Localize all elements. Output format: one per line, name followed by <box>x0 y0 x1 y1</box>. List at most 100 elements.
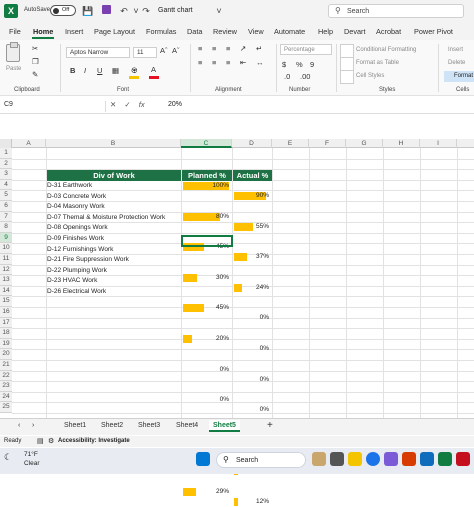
sheet-tab-5[interactable]: Sheet5 <box>209 420 240 432</box>
align-center-icon[interactable]: ≡ <box>212 58 216 67</box>
align-top-icon[interactable]: ≡ <box>198 44 202 53</box>
tab-acrobat[interactable]: Acrobat <box>376 27 401 36</box>
pdf-app-icon[interactable] <box>456 452 470 466</box>
task-view-icon[interactable] <box>330 452 344 466</box>
header-actual[interactable]: Actual % <box>233 170 272 181</box>
tab-formulas[interactable]: Formulas <box>146 27 176 36</box>
delete-cells-button[interactable]: Delete <box>448 60 465 66</box>
row-header-4[interactable]: 4 <box>0 179 12 191</box>
row-header-12[interactable]: 12 <box>0 264 12 276</box>
enter-icon[interactable]: ✓ <box>124 100 130 109</box>
cell-planned[interactable]: 20% <box>182 334 232 344</box>
format-as-table-icon[interactable] <box>340 57 354 71</box>
increase-decimal-icon[interactable]: .0 <box>284 72 290 81</box>
column-header-e[interactable]: E <box>272 139 309 148</box>
row-header-21[interactable]: 21 <box>0 360 12 371</box>
decrease-font-icon[interactable]: Aˇ <box>172 46 180 55</box>
tab-view[interactable]: View <box>248 27 264 36</box>
undo-icon[interactable]: ↶ <box>118 5 130 17</box>
cell-div-of-work[interactable]: D-03 Concrete Work <box>47 192 181 202</box>
header-div-of-work[interactable]: Div of Work <box>47 170 181 181</box>
bold-icon[interactable]: B <box>70 66 75 75</box>
number-format-select[interactable]: Percentage <box>280 44 332 55</box>
chrome-icon[interactable] <box>366 452 380 466</box>
column-header-f[interactable]: F <box>309 139 346 148</box>
font-color-icon[interactable]: A <box>151 65 156 74</box>
cell-planned[interactable]: 45% <box>182 303 232 313</box>
file-explorer-icon[interactable] <box>348 452 362 466</box>
cell-actual[interactable]: 24% <box>233 283 272 293</box>
tab-automate[interactable]: Automate <box>274 27 305 36</box>
column-header-d[interactable]: D <box>232 139 272 148</box>
column-header-h[interactable]: H <box>383 139 420 148</box>
underline-icon[interactable]: U <box>97 66 102 75</box>
row-header-7[interactable]: 7 <box>0 211 12 223</box>
start-icon[interactable] <box>196 452 210 466</box>
sheet-tab-4[interactable]: Sheet4 <box>172 420 202 432</box>
tab-insert[interactable]: Insert <box>65 27 83 36</box>
column-header-a[interactable]: A <box>12 139 46 148</box>
cell-div-of-work[interactable]: D-09 Finishes Work <box>47 234 181 244</box>
currency-icon[interactable]: $ <box>282 60 286 69</box>
comma-style-icon[interactable]: 9 <box>310 60 314 69</box>
copy-icon[interactable]: ❐ <box>32 57 39 66</box>
row-header-18[interactable]: 18 <box>0 328 12 339</box>
increase-font-icon[interactable]: Aˆ <box>160 46 168 55</box>
row-header-2[interactable]: 2 <box>0 158 12 170</box>
tab-page-layout[interactable]: Page Layout <box>94 27 135 36</box>
tab-power-pivot[interactable]: Power Pivot <box>414 27 453 36</box>
row-header-14[interactable]: 14 <box>0 285 12 297</box>
row-header-25[interactable]: 25 <box>0 402 12 413</box>
cell-actual[interactable]: 0% <box>233 405 272 415</box>
font-size-select[interactable]: 11 <box>133 47 157 58</box>
cell-actual[interactable]: 0% <box>233 313 272 323</box>
row-header-17[interactable]: 17 <box>0 317 12 329</box>
row-header-13[interactable]: 13 <box>0 275 12 286</box>
conditional-formatting-icon[interactable] <box>340 44 354 58</box>
wrap-text-icon[interactable]: ↵ <box>256 44 262 53</box>
sheet-tab-3[interactable]: Sheet3 <box>134 420 164 432</box>
row-header-11[interactable]: 11 <box>0 254 12 265</box>
outlook-icon[interactable] <box>420 452 434 466</box>
font-name-select[interactable]: Aptos Narrow <box>66 47 130 58</box>
purple-addin-icon[interactable] <box>100 5 112 17</box>
decrease-indent-icon[interactable]: ⇤ <box>240 58 246 67</box>
fill-color-icon[interactable]: ♼ <box>131 66 138 75</box>
redo-icon[interactable]: ↷ <box>140 5 152 17</box>
row-header-5[interactable]: 5 <box>0 190 12 201</box>
cell-planned[interactable]: 100% <box>182 181 232 191</box>
column-header-c[interactable]: C <box>181 139 232 148</box>
cell-div-of-work[interactable]: D-04 Masonry Work <box>47 202 181 212</box>
sheet-tab-2[interactable]: Sheet2 <box>97 420 127 432</box>
cell-planned[interactable]: 30% <box>182 273 232 283</box>
align-bottom-icon[interactable]: ≡ <box>226 44 230 53</box>
row-header-20[interactable]: 20 <box>0 349 12 360</box>
tab-home[interactable]: Home <box>33 27 53 36</box>
tab-help[interactable]: Help <box>318 27 333 36</box>
search-box[interactable]: ⚲ Search <box>328 4 464 18</box>
tab-review[interactable]: Review <box>213 27 237 36</box>
merge-center-icon[interactable]: ↔ <box>256 58 264 67</box>
row-header-15[interactable]: 15 <box>0 296 12 307</box>
fx-icon[interactable]: fx <box>139 100 145 109</box>
column-header-g[interactable]: G <box>346 139 383 148</box>
cell-actual[interactable]: 90% <box>233 191 272 201</box>
formula-input[interactable]: 20% <box>168 101 182 108</box>
cell-planned[interactable]: 29% <box>182 487 232 497</box>
title-dropdown-icon[interactable]: ˅ <box>213 5 225 17</box>
accessibility-status[interactable]: Accessibility: Investigate <box>58 438 130 444</box>
row-header-22[interactable]: 22 <box>0 370 12 382</box>
add-sheet-icon[interactable]: + <box>263 420 277 432</box>
column-header-b[interactable]: B <box>46 139 181 148</box>
orientation-icon[interactable]: ↗ <box>240 44 246 53</box>
accessibility-icon[interactable]: ⚙ <box>48 437 54 445</box>
borders-icon[interactable]: ▦ <box>112 66 119 75</box>
align-right-icon[interactable]: ≡ <box>226 58 230 67</box>
cancel-icon[interactable]: ✕ <box>110 100 116 109</box>
row-header-3[interactable]: 3 <box>0 169 12 180</box>
cell-planned[interactable]: 0% <box>182 395 232 405</box>
row-header-9[interactable]: 9 <box>0 232 12 244</box>
row-header-23[interactable]: 23 <box>0 381 12 392</box>
align-middle-icon[interactable]: ≡ <box>212 44 216 53</box>
scroll-right-icon[interactable]: › <box>28 420 38 432</box>
